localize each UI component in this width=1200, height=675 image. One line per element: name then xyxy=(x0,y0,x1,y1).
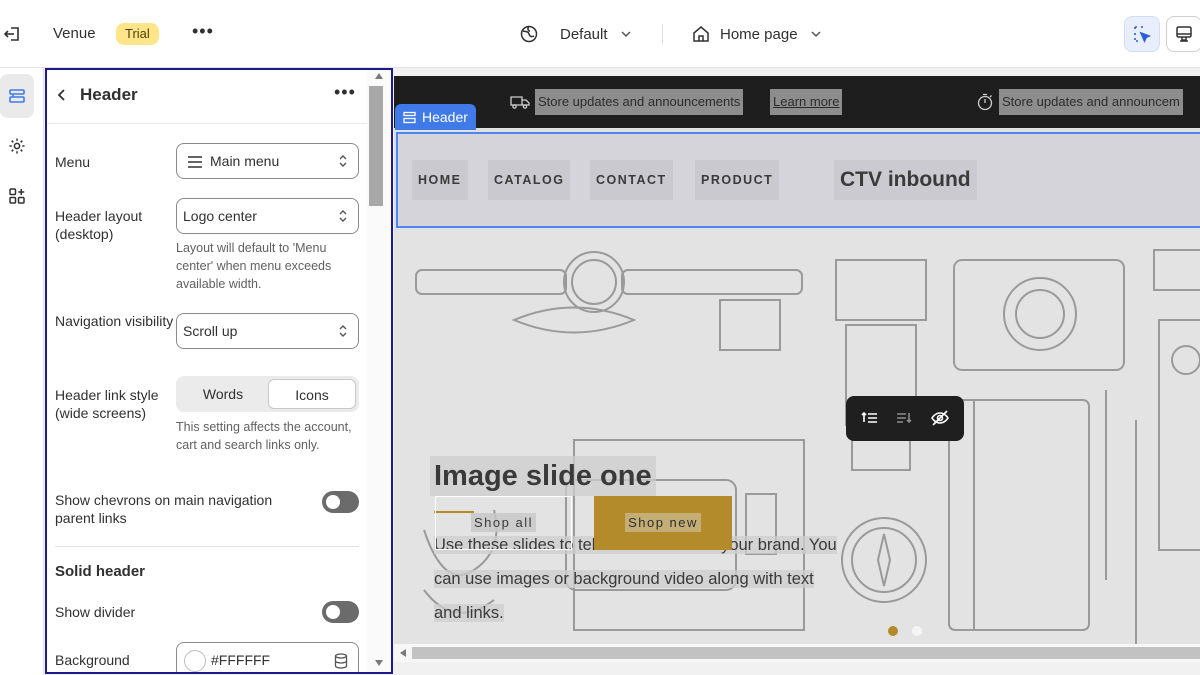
hide-icon[interactable] xyxy=(930,408,950,428)
nav-link-contact[interactable]: CONTACT xyxy=(590,160,673,200)
rail-item-sections[interactable] xyxy=(0,74,34,118)
rail-item-apps[interactable] xyxy=(0,174,34,218)
menu-label: Menu xyxy=(55,154,91,170)
chevron-down-icon xyxy=(811,31,821,38)
header-link-style-label: Header link style (wide screens) xyxy=(55,387,159,421)
theme-preview: Store updates and announcements Learn mo… xyxy=(394,76,1200,644)
link-style-words-option[interactable]: Words xyxy=(179,379,267,409)
panel-scrollbar[interactable] xyxy=(367,70,391,672)
hero-title: Image slide one xyxy=(430,456,656,496)
menu-icon xyxy=(188,156,202,168)
panel-more-button[interactable]: ••• xyxy=(334,83,356,101)
solid-header-title: Solid header xyxy=(55,563,146,580)
slide-dot[interactable] xyxy=(912,626,922,636)
scroll-left-arrow[interactable] xyxy=(400,649,406,657)
globe-icon xyxy=(520,25,538,43)
desktop-icon xyxy=(1176,26,1192,42)
more-actions-button[interactable]: ••• xyxy=(192,22,216,44)
chevrons-toggle[interactable] xyxy=(322,491,359,513)
left-rail xyxy=(0,68,44,675)
background-color-field[interactable]: #FFFFFF xyxy=(176,642,359,672)
announcement-bar[interactable]: Store updates and announcements Learn mo… xyxy=(394,76,1200,128)
shop-new-button[interactable]: Shop new xyxy=(594,496,732,550)
header-link-style-help: This setting affects the account, cart a… xyxy=(176,420,352,452)
link-style-icons-option[interactable]: Icons xyxy=(268,379,356,409)
gear-icon xyxy=(9,138,25,154)
trial-badge: Trial xyxy=(116,23,159,45)
back-icon[interactable] xyxy=(55,88,69,102)
site-logo[interactable]: CTV inbound xyxy=(834,160,977,200)
move-down-icon[interactable] xyxy=(894,408,914,428)
header-link-style-toggle: Words Icons xyxy=(176,376,359,412)
stopwatch-icon xyxy=(977,93,993,111)
nav-link-catalog[interactable]: CATALOG xyxy=(488,160,571,200)
page-selector[interactable]: Home page xyxy=(692,22,822,46)
nav-link-home[interactable]: HOME xyxy=(412,160,468,200)
exit-icon[interactable] xyxy=(2,24,22,44)
show-divider-label: Show divider xyxy=(55,604,136,620)
scroll-thumb[interactable] xyxy=(369,86,383,206)
chevrons-label: Show chevrons on main navigation parent … xyxy=(55,492,273,526)
hero-text-line: can use images or background video along… xyxy=(434,570,814,588)
navigation-visibility-select[interactable]: Scroll up xyxy=(176,313,359,349)
top-bar: Venue Trial ••• Default Home page xyxy=(0,0,1200,68)
scroll-thumb[interactable] xyxy=(412,647,1200,659)
scroll-down-arrow[interactable] xyxy=(375,660,383,666)
truck-icon xyxy=(510,96,530,109)
sections-icon xyxy=(9,89,25,103)
shop-new-label: Shop new xyxy=(625,513,701,532)
announcement-link[interactable]: Learn more xyxy=(770,89,843,115)
device-preview-button[interactable] xyxy=(1166,16,1200,52)
background-label: Background xyxy=(55,652,130,668)
select-arrows-icon xyxy=(339,325,347,337)
header-section-tag[interactable]: Header xyxy=(395,104,476,130)
menu-value: Main menu xyxy=(210,153,280,169)
section-toolbar xyxy=(846,396,964,441)
select-arrows-icon xyxy=(339,210,347,222)
hero-slideshow[interactable]: Image slide one Use these slides to tell… xyxy=(394,230,1200,644)
preview-horizontal-scrollbar[interactable] xyxy=(394,644,1200,662)
toggle-knob xyxy=(326,495,340,509)
sections-icon xyxy=(403,111,416,123)
nav-link-product[interactable]: PRODUCT xyxy=(695,160,780,200)
store-name: Venue xyxy=(53,25,96,42)
apps-icon xyxy=(9,188,25,204)
header-layout-label: Header layout (desktop) xyxy=(55,208,143,242)
move-up-icon[interactable] xyxy=(860,408,880,428)
chevron-down-icon xyxy=(621,31,631,38)
panel-title: Header xyxy=(80,85,138,104)
shop-all-button[interactable]: Shop all xyxy=(435,496,572,550)
database-icon[interactable] xyxy=(334,653,348,669)
select-arrows-icon xyxy=(339,155,347,167)
theme-selector[interactable]: Default xyxy=(520,22,632,46)
announcement-text: Store updates and announcem xyxy=(999,89,1183,115)
inspector-button[interactable] xyxy=(1124,16,1160,52)
rail-item-settings[interactable] xyxy=(0,124,34,168)
hero-text-line: and links. xyxy=(434,604,504,622)
header-layout-select[interactable]: Logo center xyxy=(176,198,359,234)
section-divider xyxy=(55,546,359,547)
toolbar-separator xyxy=(662,24,663,44)
toggle-knob xyxy=(326,605,340,619)
navigation-visibility-label: Navigation visibility xyxy=(55,313,174,329)
header-layout-help: Layout will default to 'Menu center' whe… xyxy=(176,241,332,291)
inspector-icon xyxy=(1134,26,1151,44)
show-divider-toggle[interactable] xyxy=(322,601,359,623)
announcement-text: Store updates and announcements xyxy=(535,89,744,115)
slide-dot-active[interactable] xyxy=(888,626,898,636)
shop-all-label: Shop all xyxy=(471,513,536,532)
navigation-visibility-value: Scroll up xyxy=(183,323,238,339)
theme-label: Default xyxy=(560,25,608,43)
page-label: Home page xyxy=(720,25,798,43)
color-swatch[interactable] xyxy=(184,650,206,672)
menu-select[interactable]: Main menu xyxy=(176,143,359,179)
home-icon xyxy=(693,26,709,42)
scroll-up-arrow[interactable] xyxy=(375,73,383,79)
site-header[interactable]: HOME CATALOG CONTACT PRODUCT CTV inbound xyxy=(396,132,1200,228)
background-color-value: #FFFFFF xyxy=(211,652,271,668)
header-settings-panel: Header ••• Menu Main menu Header layout … xyxy=(45,68,393,674)
header-tag-label: Header xyxy=(422,109,468,125)
panel-header: Header ••• xyxy=(47,70,367,124)
header-layout-value: Logo center xyxy=(183,208,257,224)
